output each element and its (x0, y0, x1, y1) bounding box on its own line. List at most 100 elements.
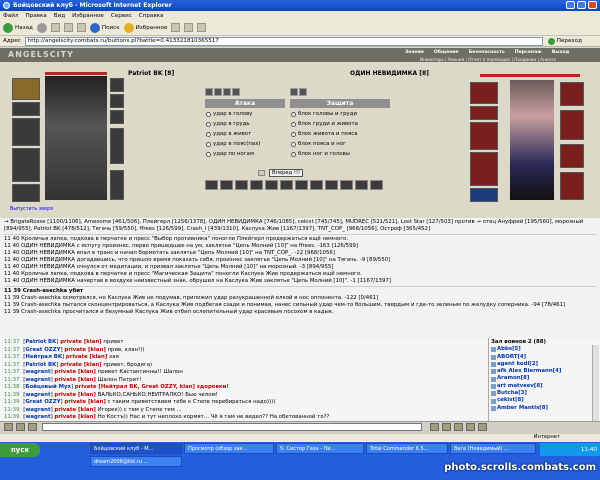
belt-slot[interactable] (12, 184, 40, 202)
defense-chest-belly-option[interactable]: блок груди и живота (291, 121, 358, 127)
online-user[interactable]: Butcha[3] (491, 390, 598, 397)
refresh-icon[interactable] (63, 23, 73, 32)
ring-slot[interactable] (110, 110, 124, 124)
stop-icon[interactable] (50, 23, 60, 32)
skill-icon[interactable] (325, 180, 338, 190)
opp-helmet-slot[interactable] (470, 82, 498, 104)
print-icon[interactable] (197, 23, 207, 32)
player-name[interactable]: Patriot BK [8] (128, 70, 174, 77)
mail-icon[interactable] (184, 23, 194, 32)
send-button[interactable] (430, 423, 439, 431)
online-user[interactable]: art matveev[8] (491, 383, 598, 390)
opp-shield-slot[interactable] (560, 110, 584, 140)
address-input[interactable]: http://angelscity.combats.ru/buttons.pl?… (24, 36, 543, 46)
online-user[interactable]: cekist[8] (491, 397, 598, 404)
nav-exit[interactable]: Выход (552, 50, 570, 55)
skill-icon[interactable] (355, 180, 368, 190)
menu-help[interactable]: Справка (139, 13, 164, 19)
nav-chat[interactable]: Общение (434, 50, 459, 55)
online-user[interactable]: Amber Mantis[8] (491, 405, 598, 412)
helmet-slot[interactable] (12, 78, 40, 100)
skill-icon[interactable] (220, 180, 233, 190)
opp-gloves-slot[interactable] (560, 144, 584, 168)
spell-icon[interactable] (214, 88, 222, 96)
task-item[interactable]: Total Commander 6.5... (366, 443, 448, 454)
defense-belt-legs-option[interactable]: блок пояса и ног (291, 141, 346, 147)
history-icon[interactable] (171, 23, 181, 32)
chat-mode-button[interactable] (28, 423, 37, 431)
boots-slot[interactable] (110, 170, 124, 200)
attack-radio[interactable] (206, 111, 211, 117)
nav-character[interactable]: Персонаж (515, 50, 542, 55)
skill-icon[interactable] (310, 180, 323, 190)
spell-icon[interactable] (290, 88, 298, 96)
defense-belly-belt-option[interactable]: блок живота и пояса (291, 131, 358, 137)
clock[interactable]: 11:40 (581, 447, 597, 453)
skill-icon[interactable] (295, 180, 308, 190)
defense-radio[interactable] (291, 121, 296, 127)
attack-chest-option[interactable]: удар в грудь (206, 121, 250, 127)
forward-attack-button[interactable]: Вперед !!! (269, 169, 304, 177)
spell-icon[interactable] (223, 88, 231, 96)
filter-button[interactable] (466, 423, 475, 431)
menu-edit[interactable]: Правка (25, 13, 46, 19)
close-button[interactable] (588, 1, 597, 9)
spell-icon[interactable] (299, 88, 307, 96)
opp-boots-slot[interactable] (560, 172, 584, 200)
defense-radio[interactable] (291, 141, 296, 147)
attack-legs-option[interactable]: удар по ногам (206, 151, 254, 157)
go-button[interactable]: Переход (547, 37, 582, 45)
online-user[interactable]: Aramon[8] (491, 375, 598, 382)
release-pet-link[interactable]: Выпустить зверя (10, 207, 53, 212)
weapon-slot[interactable] (12, 118, 40, 146)
defense-radio[interactable] (291, 111, 296, 117)
online-user[interactable]: afk Alex Biermann[4] (491, 368, 598, 375)
attack-radio[interactable] (206, 121, 211, 127)
skill-icon[interactable] (265, 180, 278, 190)
skill-icon[interactable] (280, 180, 293, 190)
defense-radio[interactable] (291, 131, 296, 137)
skill-icon[interactable] (205, 180, 218, 190)
opp-ring-slot[interactable] (560, 82, 584, 106)
attack-radio[interactable] (206, 131, 211, 137)
back-button[interactable]: Назад (3, 22, 33, 33)
spell-icon[interactable] (205, 88, 213, 96)
defense-legs-head-option[interactable]: блок ног и головы (291, 151, 350, 157)
chat-mode-button[interactable] (16, 423, 25, 431)
defense-radio[interactable] (291, 151, 296, 157)
ring-slot[interactable] (110, 94, 124, 108)
task-item[interactable]: Бойцовский клуб - M... (90, 443, 182, 454)
forward-button[interactable] (36, 22, 47, 33)
maximize-button[interactable] (577, 1, 586, 9)
refresh-icon[interactable] (258, 170, 265, 176)
menu-view[interactable]: Вид (54, 13, 65, 19)
armor-slot[interactable] (12, 148, 40, 182)
online-scrollbar[interactable] (592, 345, 599, 421)
amulet-slot[interactable] (12, 102, 40, 116)
menu-file[interactable]: Файл (3, 13, 18, 19)
smile-button[interactable] (442, 423, 451, 431)
skill-icon[interactable] (235, 180, 248, 190)
opp-weapon-slot[interactable] (470, 122, 498, 150)
favorites-button[interactable]: Избранное (123, 22, 167, 33)
settings-button[interactable] (478, 423, 487, 431)
skill-icon[interactable] (370, 180, 383, 190)
nav-security[interactable]: Безопасность (469, 50, 505, 55)
online-user[interactable]: Abbs[5] (491, 346, 598, 353)
defense-head-chest-option[interactable]: блок головы и груди (291, 111, 357, 117)
nav-knowledge[interactable]: Знания (405, 50, 424, 55)
shield-slot[interactable] (110, 128, 124, 164)
menu-tools[interactable]: Сервис (111, 13, 132, 19)
start-button[interactable]: пуск (0, 443, 40, 457)
menu-favorites[interactable]: Избранное (72, 13, 104, 19)
minimize-button[interactable] (566, 1, 575, 9)
opp-amulet-slot[interactable] (470, 106, 498, 120)
search-button[interactable]: Поиск (89, 22, 120, 33)
opp-belt-slot[interactable] (470, 188, 498, 202)
attack-radio[interactable] (206, 141, 211, 147)
opp-armor-slot[interactable] (470, 152, 498, 186)
task-item[interactable]: 5: Систор Газа - Пи... (276, 443, 364, 454)
online-user[interactable]: agent kodi[2] (491, 361, 598, 368)
clear-button[interactable] (454, 423, 463, 431)
earring-slot[interactable] (110, 78, 124, 92)
